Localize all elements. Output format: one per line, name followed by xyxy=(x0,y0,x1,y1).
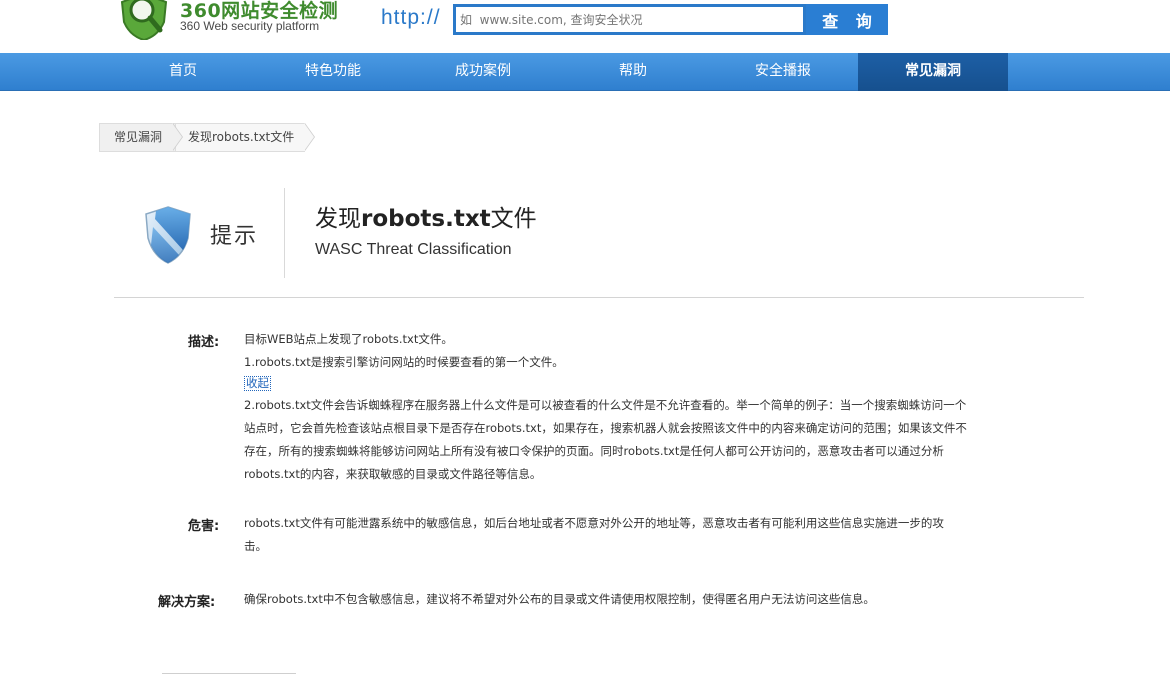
nav-item-security-news[interactable]: 安全播报 xyxy=(708,53,858,91)
nav-item-home[interactable]: 首页 xyxy=(108,53,258,91)
breadcrumb-item-common-vulns[interactable]: 常见漏洞 xyxy=(99,123,175,152)
harm-line: robots.txt文件有可能泄露系统中的敏感信息，如后台地址或者不愿意对外公开… xyxy=(244,516,944,530)
http-label: http:// xyxy=(381,6,441,29)
description-line: 1.robots.txt是搜索引擎访问网站的时候要查看的第一个文件。 xyxy=(244,355,564,369)
breadcrumb-separator-fill xyxy=(172,123,182,151)
nav-item-cases[interactable]: 成功案例 xyxy=(408,53,558,91)
shield-icon xyxy=(145,206,191,264)
search-input[interactable] xyxy=(456,7,803,32)
description-line: 存在，所有的搜索蜘蛛将能够访问网站上所有没有被口令保护的页面。同时robots.… xyxy=(244,444,944,458)
magnifier-shield-logo-icon[interactable] xyxy=(118,0,170,40)
harm-line: 击。 xyxy=(244,539,267,553)
vulnerability-title: 发现robots.txt文件 xyxy=(315,206,537,232)
nav-item-features[interactable]: 特色功能 xyxy=(258,53,408,91)
collapse-link[interactable]: 收起 xyxy=(244,376,271,391)
breadcrumb-end-fill xyxy=(304,123,314,151)
description-label: 描述: xyxy=(188,335,220,350)
logo-subtitle: 360 Web security platform xyxy=(180,19,320,33)
bottom-divider xyxy=(162,673,296,674)
description-line: 站点时，它会首先检查该站点根目录下是否存在robots.txt，如果存在，搜索机… xyxy=(244,421,967,435)
nav-item-common-vulns[interactable]: 常见漏洞 xyxy=(858,53,1008,91)
description-line: robots.txt的内容，来获取敏感的目录或文件路径等信息。 xyxy=(244,467,542,481)
solution-text: 确保robots.txt中不包含敏感信息，建议将不希望对外公布的目录或文件请使用… xyxy=(244,592,875,606)
site-header: 360网站安全检测 360 Web security platform http… xyxy=(0,0,1170,53)
solution-label: 解决方案: xyxy=(158,595,216,610)
main-nav: 首页 特色功能 成功案例 帮助 安全播报 常见漏洞 xyxy=(0,53,1170,91)
harm-label: 危害: xyxy=(188,519,220,534)
harm-text: robots.txt文件有可能泄露系统中的敏感信息，如后台地址或者不愿意对外公开… xyxy=(244,512,984,558)
description-text: 目标WEB站点上发现了robots.txt文件。 1.robots.txt是搜索… xyxy=(244,328,1004,486)
search-box xyxy=(453,4,806,35)
section-divider xyxy=(114,297,1084,298)
title-divider xyxy=(284,188,285,278)
breadcrumb-item-current: 发现robots.txt文件 xyxy=(175,123,305,152)
search-button[interactable]: 查 询 xyxy=(806,4,888,35)
nav-item-help[interactable]: 帮助 xyxy=(558,53,708,91)
threat-classification: WASC Threat Classification xyxy=(315,241,512,258)
description-line: 2.robots.txt文件会告诉蜘蛛程序在服务器上什么文件是可以被查看的什么文… xyxy=(244,398,967,412)
description-line: 目标WEB站点上发现了robots.txt文件。 xyxy=(244,332,453,346)
tip-label: 提示 xyxy=(210,224,259,249)
